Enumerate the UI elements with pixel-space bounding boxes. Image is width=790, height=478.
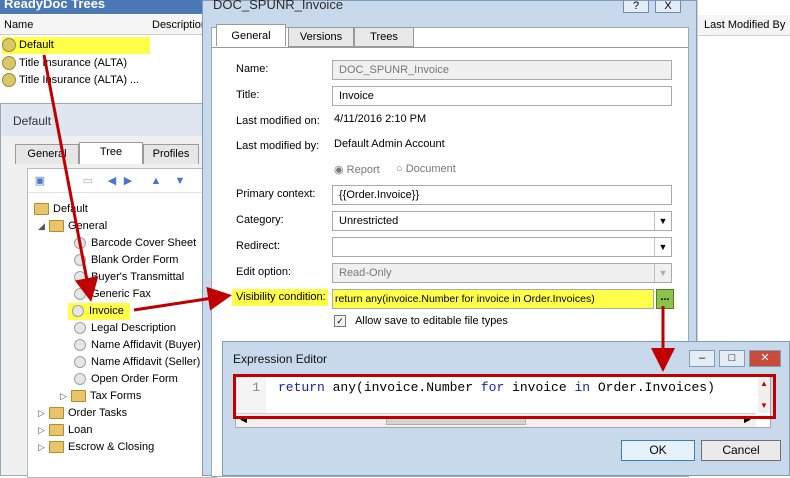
arrow-default-to-invoice [42,54,99,302]
annotation-arrows [42,54,675,372]
arrow-invoice-to-visibility [133,286,232,312]
